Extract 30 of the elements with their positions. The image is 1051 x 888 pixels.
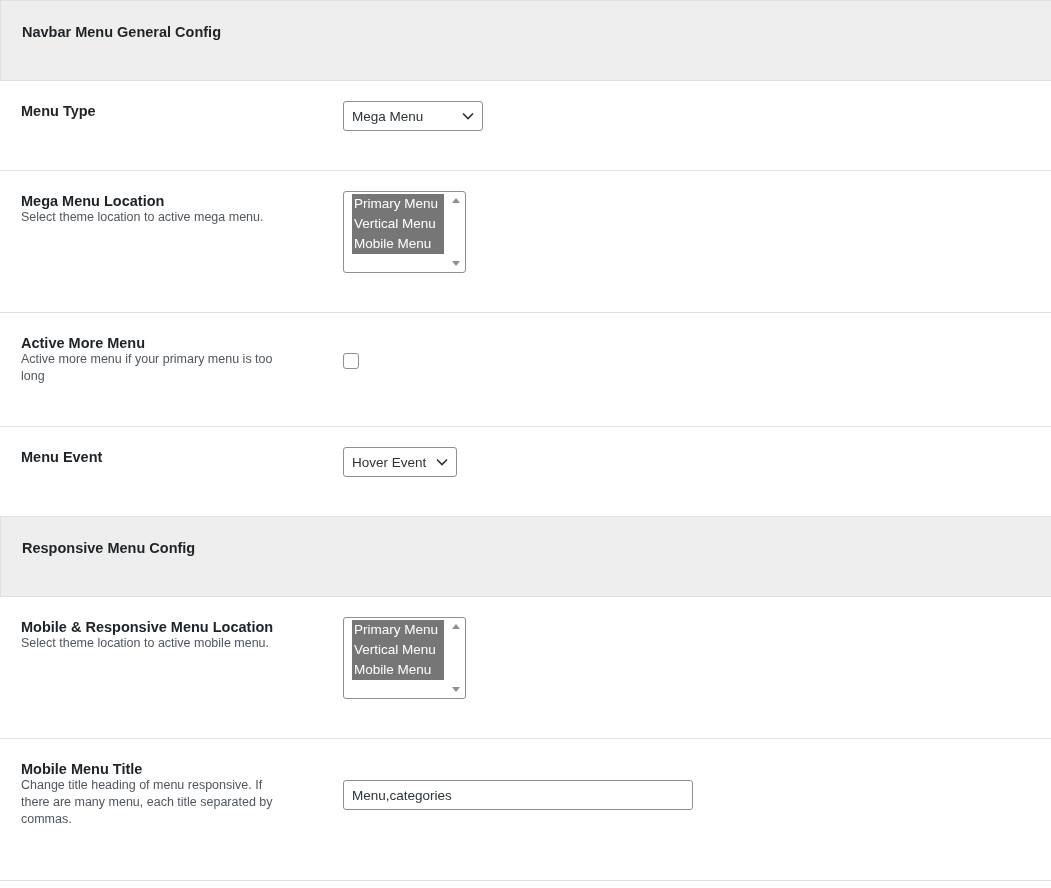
field-label: Active More Menu bbox=[21, 335, 146, 351]
dropdown[interactable]: Mega Menu bbox=[343, 101, 483, 131]
multi-select-list[interactable]: Primary Menu Vertical Menu Mobile Menu bbox=[343, 191, 466, 273]
field-label: Mobile Menu Title bbox=[21, 761, 143, 777]
dropdown[interactable]: Hover Event bbox=[343, 447, 458, 477]
scroll-down-icon bbox=[452, 261, 460, 266]
list-option[interactable]: Mobile Menu bbox=[352, 660, 444, 680]
field-label: Mobile & Responsive Menu Location bbox=[21, 619, 274, 635]
checkbox[interactable] bbox=[343, 353, 359, 369]
section-title: Navbar Menu General Config bbox=[22, 24, 221, 40]
field-description: Select theme location to active mega menu. bbox=[21, 209, 264, 226]
list-option[interactable]: Primary Menu bbox=[352, 620, 444, 640]
chevron-down-icon bbox=[436, 458, 449, 466]
field-description: Active more menu if your primary menu is too long bbox=[21, 351, 274, 385]
list-option[interactable]: Primary Menu bbox=[352, 194, 444, 214]
field-label: Menu Type bbox=[21, 103, 96, 119]
chevron-down-icon bbox=[462, 112, 474, 120]
scroll-up-icon bbox=[452, 624, 460, 629]
list-option[interactable]: Mobile Menu bbox=[352, 234, 444, 254]
list-option[interactable]: Vertical Menu bbox=[352, 640, 444, 660]
text-input-field[interactable]: Menu,categories bbox=[343, 780, 693, 810]
field-description: Select theme location to active mobile menu. bbox=[21, 635, 270, 652]
scroll-up-icon bbox=[452, 198, 460, 203]
section-title: Responsive Menu Config bbox=[22, 540, 196, 556]
scroll-down-icon bbox=[452, 687, 460, 692]
field-label: Mega Menu Location bbox=[21, 193, 165, 209]
field-label: Menu Event bbox=[21, 449, 103, 465]
field-description: Change title heading of menu responsive. If there are many menu, each title separated by commas. bbox=[21, 777, 274, 828]
multi-select-list[interactable]: Primary Menu Vertical Menu Mobile Menu bbox=[343, 617, 466, 699]
list-option[interactable]: Vertical Menu bbox=[352, 214, 444, 234]
